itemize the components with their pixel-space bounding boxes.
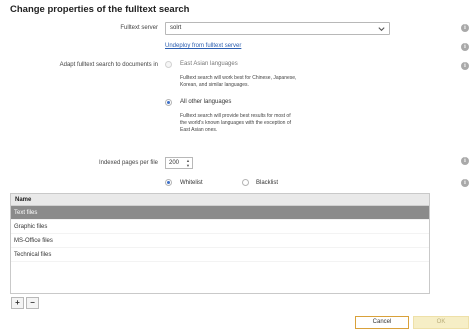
info-icon[interactable]: i (461, 157, 469, 165)
info-icon[interactable]: i (461, 24, 469, 32)
indexed-pages-label: Indexed pages per file (98, 160, 158, 166)
dialog-title: Change properties of the fulltext search (10, 4, 190, 15)
ok-button[interactable]: OK (413, 316, 469, 329)
all-other-languages-description: Fulltext search will provide best result… (180, 113, 292, 133)
file-types-table: Name Text files Graphic files MS-Office … (10, 193, 430, 294)
adapt-label: Adapt fulltext search to documents in (59, 62, 158, 68)
whitelist-radio[interactable] (165, 179, 172, 186)
east-asian-label[interactable]: East Asian languages (180, 61, 238, 67)
all-other-languages-radio[interactable] (165, 99, 172, 106)
info-icon[interactable]: i (461, 179, 469, 187)
indexed-pages-stepper[interactable]: 200 ▲ ▼ (165, 157, 193, 169)
fulltext-server-select[interactable]: solrt (165, 22, 390, 35)
column-header-name[interactable]: Name (11, 194, 429, 206)
remove-button[interactable]: − (26, 297, 39, 309)
add-button[interactable]: + (11, 297, 24, 309)
table-row[interactable]: Technical files (11, 248, 429, 262)
decrement-icon[interactable]: ▼ (185, 163, 191, 168)
table-row[interactable]: Text files (11, 206, 429, 220)
cancel-button[interactable]: Cancel (355, 316, 409, 329)
east-asian-description: Fulltext search will work best for Chine… (180, 75, 297, 88)
fulltext-server-label: Fulltext server (120, 25, 158, 31)
info-icon[interactable]: i (461, 43, 469, 51)
indexed-pages-value: 200 (169, 160, 180, 166)
whitelist-label[interactable]: Whitelist (180, 180, 203, 186)
table-row[interactable]: Graphic files (11, 220, 429, 234)
fulltext-server-value: solrt (170, 25, 182, 31)
table-row[interactable]: MS-Office files (11, 234, 429, 248)
all-other-languages-label[interactable]: All other languages (180, 99, 231, 105)
east-asian-radio[interactable] (165, 61, 172, 68)
blacklist-label[interactable]: Blacklist (256, 180, 278, 186)
chevron-down-icon (378, 27, 385, 32)
blacklist-radio[interactable] (242, 179, 249, 186)
undeploy-link[interactable]: Undeploy from fulltext server (165, 43, 241, 49)
info-icon[interactable]: i (461, 62, 469, 70)
